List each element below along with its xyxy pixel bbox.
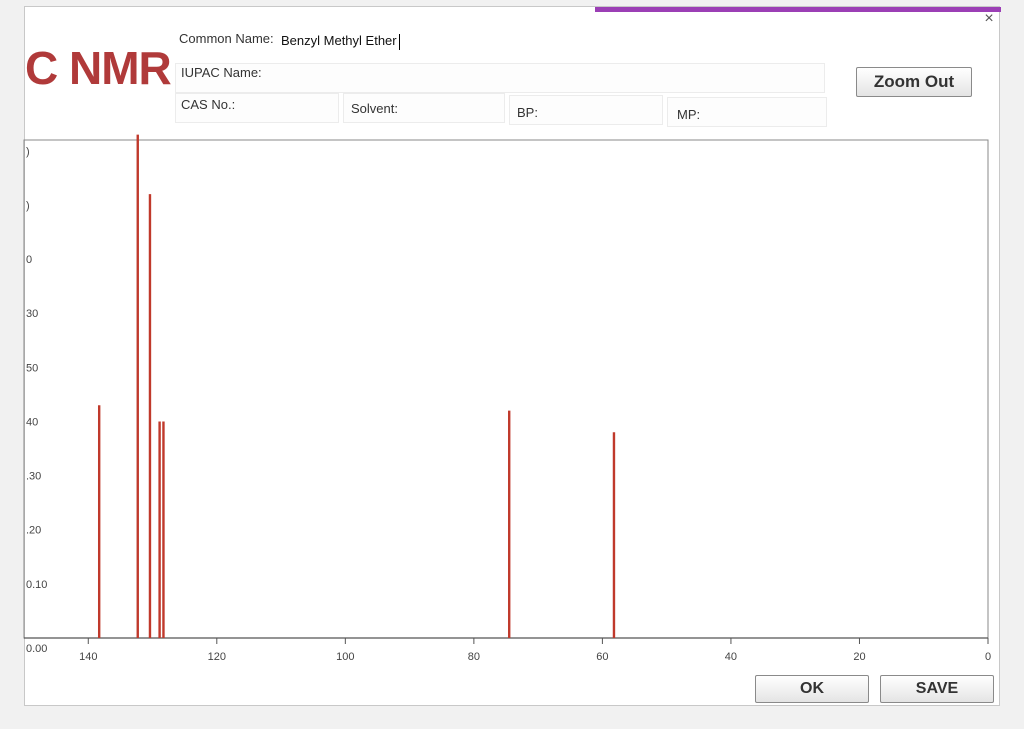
x-tick-label: 100 — [336, 651, 354, 663]
x-tick-label: 20 — [853, 651, 865, 663]
y-tick-label: 50 — [26, 362, 38, 374]
x-tick-label: 40 — [725, 651, 737, 663]
x-tick-label: 60 — [596, 651, 608, 663]
y-tick-label: 30 — [26, 308, 38, 320]
x-tick-label: 80 — [468, 651, 480, 663]
x-axis-ticks: 140 120 100 80 60 40 20 0 — [79, 638, 991, 663]
y-tick-label: .20 — [26, 525, 41, 537]
x-tick-label: 120 — [208, 651, 226, 663]
plot-frame — [23, 139, 989, 639]
x-tick-label: 140 — [79, 651, 97, 663]
y-tick-label: 0.00 — [26, 643, 47, 655]
y-tick-label: 0.10 — [26, 579, 47, 591]
y-tick-label: ) — [26, 200, 30, 212]
y-tick-label: 0 — [26, 254, 32, 266]
peak-series — [24, 134, 988, 639]
y-tick-label: .30 — [26, 471, 41, 483]
x-tick-label: 0 — [985, 651, 991, 663]
y-tick-label: 40 — [26, 416, 38, 428]
nmr-spectrum-chart: 0.00 0.10 .20 .30 40 50 30 0)) 140 120 100 80 60 40 2… — [23, 134, 991, 663]
y-axis-ticks: 0.00 0.10 .20 .30 40 50 30 0)) — [26, 146, 47, 655]
y-tick-label: ) — [26, 146, 30, 158]
